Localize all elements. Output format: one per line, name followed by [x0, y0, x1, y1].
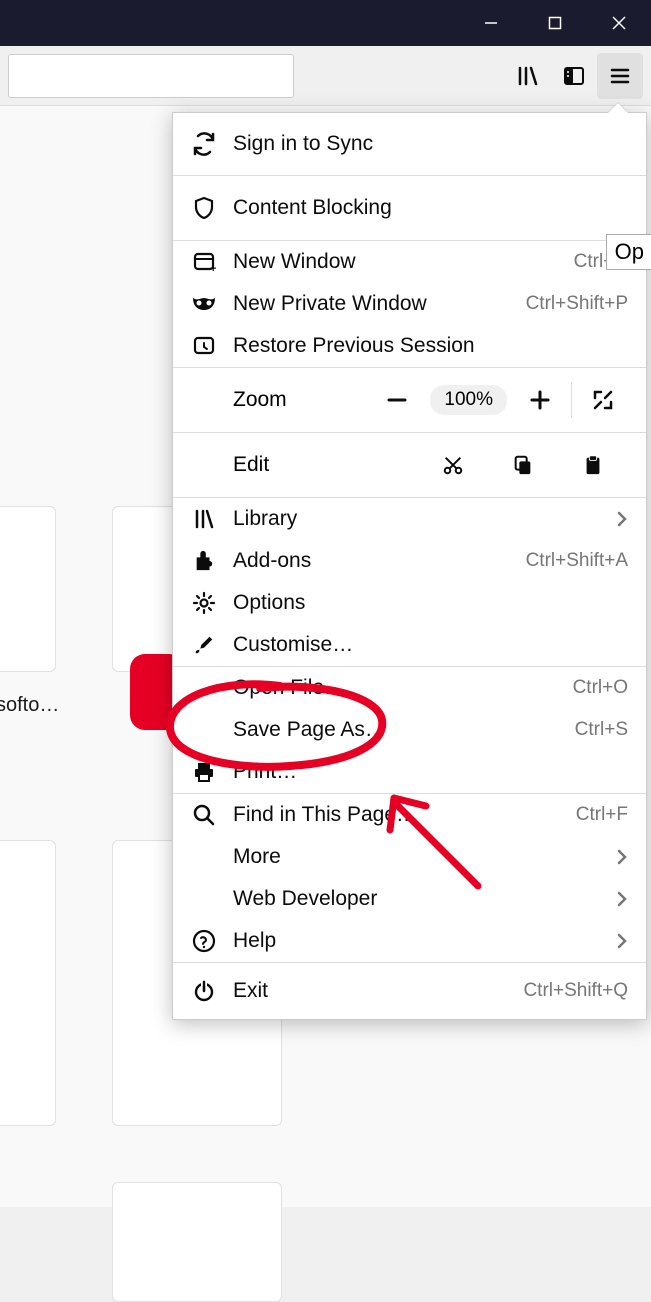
maximize-button[interactable]: [523, 0, 587, 46]
restore-icon: [191, 333, 217, 359]
menu-label: New Window: [233, 250, 574, 274]
close-window-button[interactable]: [587, 0, 651, 46]
help-menu-item[interactable]: Help: [173, 920, 646, 962]
search-icon: [191, 802, 217, 828]
menu-label: Options: [233, 591, 628, 615]
menu-label: New Private Window: [233, 292, 526, 316]
fullscreen-button[interactable]: [578, 375, 628, 425]
library-icon: [191, 506, 217, 532]
new-private-window-menu-item[interactable]: New Private Window Ctrl+Shift+P: [173, 283, 646, 325]
help-icon: [191, 928, 217, 954]
menu-label: Customise…: [233, 633, 628, 657]
menu-label: Sign in to Sync: [233, 132, 628, 156]
new-window-menu-item[interactable]: + New Window Ctrl+N: [173, 241, 646, 283]
shield-icon: [191, 195, 217, 221]
chevron-right-icon: [616, 848, 628, 866]
save-page-menu-item[interactable]: Save Page As… Ctrl+S: [173, 709, 646, 751]
menu-label: Save Page As…: [233, 718, 575, 742]
gear-icon: [191, 590, 217, 616]
content-blocking-menu-item[interactable]: Content Blocking: [173, 176, 646, 240]
sidebar-toolbar-button[interactable]: [551, 53, 597, 99]
url-input[interactable]: [8, 54, 294, 98]
edit-controls: Edit: [173, 433, 646, 497]
page-content: softo… y Sign in to Sync Content Blockin…: [0, 106, 651, 1207]
options-menu-item[interactable]: Options: [173, 582, 646, 624]
scissors-icon: [442, 454, 464, 476]
sync-icon: [191, 131, 217, 157]
web-developer-menu-item[interactable]: Web Developer: [173, 878, 646, 920]
puzzle-icon: [191, 548, 217, 574]
menu-label: Content Blocking: [233, 196, 628, 220]
menu-shortcut: Ctrl+O: [573, 677, 628, 699]
paste-button[interactable]: [558, 440, 628, 490]
chevron-right-icon: [616, 890, 628, 908]
top-site-card[interactable]: [0, 506, 56, 672]
zoom-label: Zoom: [233, 388, 372, 412]
power-icon: [191, 978, 217, 1004]
highlight-card[interactable]: [112, 1182, 282, 1302]
sync-menu-item[interactable]: Sign in to Sync: [173, 113, 646, 175]
print-menu-item[interactable]: Print…: [173, 751, 646, 793]
paintbrush-icon: [191, 632, 217, 658]
chevron-right-icon: [616, 932, 628, 950]
menu-shortcut: Ctrl+Shift+P: [526, 293, 628, 315]
copy-button[interactable]: [488, 440, 558, 490]
application-menu: Sign in to Sync Content Blocking + New W…: [172, 112, 647, 1020]
menu-label: Find in This Page…: [233, 803, 576, 827]
menu-label: Exit: [233, 979, 523, 1003]
cut-button[interactable]: [418, 440, 488, 490]
zoom-controls: Zoom 100%: [173, 368, 646, 432]
menu-shortcut: Ctrl+F: [576, 804, 628, 826]
edit-label: Edit: [233, 453, 418, 477]
library-menu-item[interactable]: Library: [173, 498, 646, 540]
sidebar-icon: [562, 64, 586, 88]
printer-icon: [191, 759, 217, 785]
zoom-out-button[interactable]: [372, 375, 422, 425]
menu-label: Open File…: [233, 676, 573, 700]
menu-label: Print…: [233, 760, 628, 784]
hamburger-icon: [608, 64, 632, 88]
site-label: y: [160, 694, 170, 717]
zoom-reset-button[interactable]: 100%: [430, 385, 507, 415]
menu-label: Add-ons: [233, 549, 526, 573]
clipboard-icon: [582, 454, 604, 476]
open-file-menu-item[interactable]: Open File… Ctrl+O: [173, 667, 646, 709]
minimize-button[interactable]: [459, 0, 523, 46]
menu-arrow: [608, 103, 628, 113]
svg-text:+: +: [210, 263, 216, 274]
highlight-card[interactable]: [0, 840, 56, 1126]
customise-menu-item[interactable]: Customise…: [173, 624, 646, 666]
find-menu-item[interactable]: Find in This Page… Ctrl+F: [173, 794, 646, 836]
exit-menu-item[interactable]: Exit Ctrl+Shift+Q: [173, 963, 646, 1019]
library-icon: [516, 64, 540, 88]
menu-label: More: [233, 845, 616, 869]
browser-toolbar: [0, 46, 651, 106]
chevron-right-icon: [616, 510, 628, 528]
menu-shortcut: Ctrl+Shift+A: [526, 550, 628, 572]
tooltip: Op: [606, 234, 651, 270]
library-toolbar-button[interactable]: [505, 53, 551, 99]
menu-label: Help: [233, 929, 616, 953]
menu-shortcut: Ctrl+Shift+Q: [523, 980, 628, 1002]
menu-label: Restore Previous Session: [233, 334, 628, 358]
mask-icon: [191, 291, 217, 317]
window-icon: +: [191, 249, 217, 275]
addons-menu-item[interactable]: Add-ons Ctrl+Shift+A: [173, 540, 646, 582]
hamburger-menu-button[interactable]: [597, 53, 643, 99]
window-titlebar: [0, 0, 651, 46]
menu-label: Library: [233, 507, 616, 531]
site-label: softo…: [0, 694, 59, 717]
zoom-in-button[interactable]: [515, 375, 565, 425]
menu-label: Web Developer: [233, 887, 616, 911]
restore-session-menu-item[interactable]: Restore Previous Session: [173, 325, 646, 367]
menu-shortcut: Ctrl+S: [575, 719, 628, 741]
copy-icon: [512, 454, 534, 476]
more-menu-item[interactable]: More: [173, 836, 646, 878]
